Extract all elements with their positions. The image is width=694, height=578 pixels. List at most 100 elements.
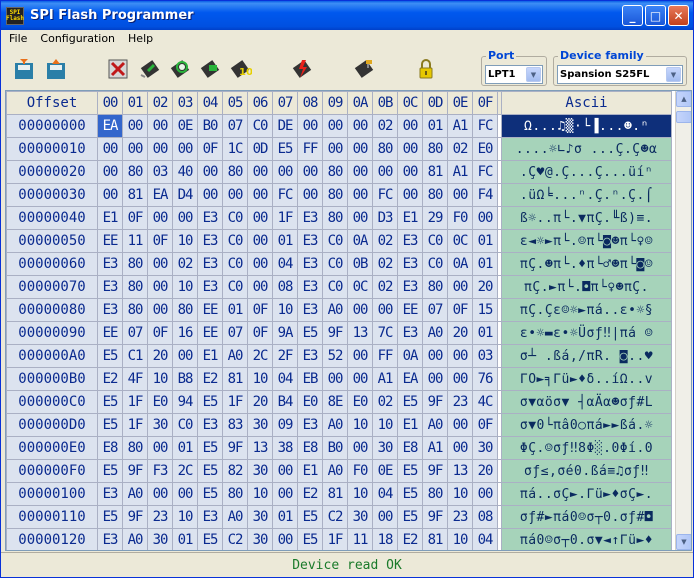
byte-cell[interactable]: 13 [347, 321, 373, 345]
byte-cell[interactable]: 30 [247, 459, 273, 483]
ascii-cell[interactable]: πÇ.Çε☺☼►πá..ε•☼§ [501, 298, 672, 322]
byte-cell[interactable]: 00 [447, 344, 473, 368]
byte-cell[interactable]: 16 [172, 321, 198, 345]
byte-cell[interactable]: E5 [97, 390, 123, 414]
byte-cell[interactable]: C2 [322, 505, 348, 529]
byte-cell[interactable]: E3 [297, 206, 323, 230]
byte-cell[interactable]: 0A [397, 344, 423, 368]
byte-cell[interactable]: 00 [122, 137, 148, 161]
byte-cell[interactable]: DE [272, 114, 298, 138]
byte-cell[interactable]: 00 [247, 160, 273, 184]
byte-cell[interactable]: 00 [347, 114, 373, 138]
byte-cell[interactable]: 00 [247, 183, 273, 207]
ascii-cell[interactable]: πá..σÇ►.Γü►♦σÇ►. [501, 482, 672, 506]
byte-cell[interactable]: 52 [322, 344, 348, 368]
byte-cell[interactable]: 00 [247, 275, 273, 299]
byte-cell[interactable]: 76 [472, 367, 498, 391]
byte-cell[interactable]: 20 [447, 321, 473, 345]
byte-cell[interactable]: 00 [222, 183, 248, 207]
byte-cell[interactable]: FF [297, 137, 323, 161]
byte-cell[interactable]: 13 [447, 459, 473, 483]
byte-cell[interactable]: 7C [372, 321, 398, 345]
byte-cell[interactable]: E3 [97, 482, 123, 506]
ascii-cell[interactable]: Ω...♫▒·└▐...☻.ⁿ [501, 114, 672, 138]
ascii-cell[interactable]: ß☼..π└.▼πÇ.╙ß)≡. [501, 206, 672, 230]
byte-cell[interactable]: B0 [322, 436, 348, 460]
byte-cell[interactable]: 00 [122, 114, 148, 138]
byte-cell[interactable]: 00 [147, 436, 173, 460]
byte-cell[interactable]: E5 [297, 321, 323, 345]
byte-cell[interactable]: 03 [472, 344, 498, 368]
byte-cell[interactable]: A0 [322, 459, 348, 483]
byte-cell[interactable]: 10 [247, 367, 273, 391]
byte-cell[interactable]: 01 [472, 252, 498, 276]
byte-cell[interactable]: FC [472, 160, 498, 184]
byte-cell[interactable]: 09 [272, 413, 298, 437]
byte-cell[interactable]: E5 [397, 482, 423, 506]
byte-cell[interactable]: 2F [272, 344, 298, 368]
byte-cell[interactable]: A0 [422, 321, 448, 345]
byte-cell[interactable]: 04 [372, 482, 398, 506]
byte-cell[interactable]: EE [97, 321, 123, 345]
byte-cell[interactable]: C0 [322, 252, 348, 276]
byte-cell[interactable]: E5 [297, 528, 323, 550]
byte-cell[interactable]: 07 [222, 114, 248, 138]
byte-cell[interactable]: FC [372, 183, 398, 207]
byte-cell[interactable]: 9F [122, 459, 148, 483]
byte-cell[interactable]: 80 [422, 482, 448, 506]
byte-cell[interactable]: 0E [172, 114, 198, 138]
byte-cell[interactable]: 04 [472, 528, 498, 550]
byte-cell[interactable]: 2C [247, 344, 273, 368]
byte-cell[interactable]: 4F [122, 367, 148, 391]
byte-cell[interactable]: 0A [347, 229, 373, 253]
ascii-cell[interactable]: .üΩ╘...ⁿ.Ç.ⁿ.Ç.⌠ [501, 183, 672, 207]
read-chip-icon[interactable] [197, 56, 223, 82]
byte-cell[interactable]: 18 [372, 528, 398, 550]
byte-cell[interactable]: 01 [472, 229, 498, 253]
byte-cell[interactable]: C2 [222, 528, 248, 550]
ascii-cell[interactable]: ΦÇ.☺σƒ‼8Φ░.0Φí.0 [501, 436, 672, 460]
byte-cell[interactable]: 10 [347, 413, 373, 437]
byte-cell[interactable]: 0F [472, 413, 498, 437]
byte-cell[interactable]: 20 [147, 344, 173, 368]
byte-cell[interactable]: 00 [447, 436, 473, 460]
byte-cell[interactable]: C0 [322, 229, 348, 253]
port-select[interactable]: LPT1 ▼ [485, 65, 543, 84]
byte-cell[interactable]: E5 [97, 344, 123, 368]
byte-cell[interactable]: 80 [122, 436, 148, 460]
byte-cell[interactable]: 08 [472, 505, 498, 529]
ascii-cell[interactable]: ε•☼▬ε•☼Üσƒ‼|πá ☺ [501, 321, 672, 345]
byte-cell[interactable]: 0F [197, 137, 223, 161]
hex-grid[interactable]: Offset 00 01 02 03 04 05 06 07 08 09 0A 0B 0C 0D 0E 0F As… [5, 90, 692, 551]
load-file-icon[interactable] [11, 56, 37, 82]
menu-configuration[interactable]: Configuration [35, 32, 120, 45]
ascii-cell[interactable]: πá0☺σ┬0.σ▼◄↑Γü►♦ [501, 528, 672, 550]
byte-cell[interactable]: 00 [347, 206, 373, 230]
byte-cell[interactable]: C0 [322, 275, 348, 299]
byte-cell[interactable]: FC [472, 114, 498, 138]
byte-cell[interactable]: E3 [297, 275, 323, 299]
byte-cell[interactable]: A0 [222, 505, 248, 529]
ascii-cell[interactable]: ε◄☼►π└.☺π└◙☻π└♀☺ [501, 229, 672, 253]
byte-cell[interactable]: 00 [247, 229, 273, 253]
byte-cell[interactable]: C0 [422, 229, 448, 253]
byte-cell[interactable]: 30 [247, 413, 273, 437]
ascii-cell[interactable]: ....☼∟♪σ ...Ç.Ç☻α [501, 137, 672, 161]
byte-cell[interactable]: 00 [147, 298, 173, 322]
byte-cell[interactable]: 02 [372, 275, 398, 299]
byte-cell[interactable]: 30 [247, 528, 273, 550]
byte-cell[interactable]: A0 [122, 528, 148, 550]
byte-cell[interactable]: 1F [122, 390, 148, 414]
byte-cell[interactable]: E3 [397, 229, 423, 253]
byte-cell[interactable]: 00 [172, 482, 198, 506]
byte-cell[interactable]: E8 [97, 436, 123, 460]
byte-cell[interactable]: E2 [297, 482, 323, 506]
byte-cell[interactable]: 80 [322, 160, 348, 184]
byte-cell[interactable]: 00 [147, 482, 173, 506]
byte-cell[interactable]: E1 [397, 413, 423, 437]
byte-cell[interactable]: 00 [97, 183, 123, 207]
byte-cell[interactable]: F3 [147, 459, 173, 483]
byte-cell[interactable]: 00 [447, 275, 473, 299]
byte-cell[interactable]: C0 [222, 275, 248, 299]
byte-cell[interactable]: E3 [397, 252, 423, 276]
